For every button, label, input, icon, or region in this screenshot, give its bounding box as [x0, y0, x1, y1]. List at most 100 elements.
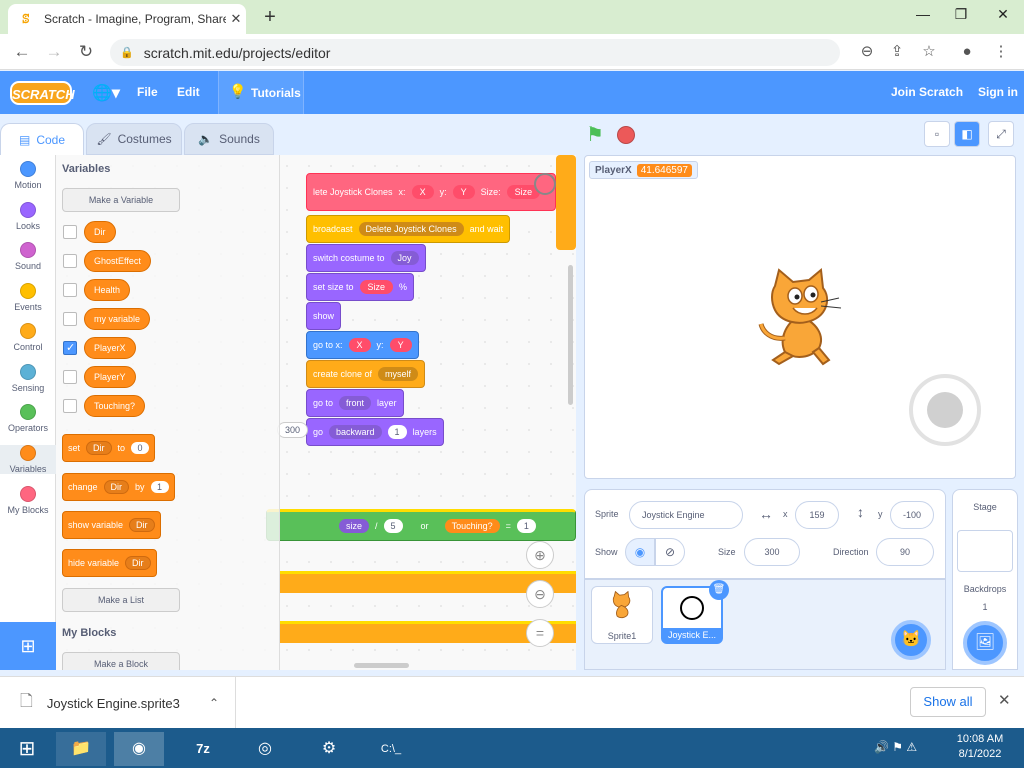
stop-icon[interactable]: [617, 126, 635, 144]
sprite-tile[interactable]: Sprite1: [591, 586, 653, 644]
category-sound[interactable]: Sound: [0, 242, 56, 271]
show-all-button[interactable]: Show all: [910, 687, 986, 717]
stage[interactable]: PlayerX 41.646597: [584, 155, 1016, 479]
clone-dropdown[interactable]: myself: [378, 367, 419, 381]
number-input[interactable]: 1: [516, 519, 536, 533]
layers-input[interactable]: 1: [387, 425, 407, 439]
make-variable-button[interactable]: Make a Variable: [62, 188, 180, 212]
joystick-sprite[interactable]: [909, 374, 981, 446]
switch-costume-block[interactable]: switch costume to Joy: [306, 244, 426, 272]
variable-checkbox[interactable]: [63, 254, 77, 268]
file-explorer-icon[interactable]: 📁: [56, 732, 106, 766]
menu-kebab-icon[interactable]: ⋮: [990, 42, 1012, 62]
close-download-bar-icon[interactable]: ✕: [998, 691, 1011, 709]
size-reporter[interactable]: size: [339, 519, 370, 533]
category-looks[interactable]: Looks: [0, 202, 56, 231]
bookmark-star-icon[interactable]: ☆: [918, 42, 940, 62]
system-tray-icons[interactable]: 🔊 ⚑ ⚠: [874, 740, 917, 754]
normal-stage-icon[interactable]: ◧: [954, 121, 980, 147]
broadcast-block[interactable]: broadcast Delete Joystick Clones and wai…: [306, 215, 511, 243]
variable-dropdown[interactable]: Dir: [86, 441, 112, 455]
zoom-in-icon[interactable]: ⊕: [526, 541, 554, 569]
variable-checkbox[interactable]: [63, 399, 77, 413]
add-backdrop-button[interactable]: 🖼: [963, 621, 1007, 665]
y-input[interactable]: -100: [890, 501, 934, 529]
set-variable-block[interactable]: set Dir to 0: [62, 434, 156, 462]
x-reporter[interactable]: X: [348, 338, 371, 352]
x-input[interactable]: 159: [795, 501, 839, 529]
category-events[interactable]: Events: [0, 283, 56, 312]
variable-reporter[interactable]: Dir: [84, 221, 116, 243]
add-sprite-button[interactable]: 🐱: [891, 620, 931, 660]
browser-tab[interactable]: ꕷ Scratch - Imagine, Program, Share ✕: [8, 4, 246, 34]
make-list-button[interactable]: Make a List: [62, 588, 180, 612]
direction-dropdown[interactable]: backward: [329, 425, 382, 439]
address-bar[interactable]: 🔒 scratch.mit.edu/projects/editor: [110, 39, 840, 66]
new-tab-icon[interactable]: +: [258, 6, 282, 28]
variable-reporter[interactable]: GhostEffect: [84, 250, 151, 272]
vertical-scrollbar[interactable]: [568, 265, 573, 405]
delete-sprite-icon[interactable]: 🗑: [709, 580, 729, 600]
scratch-cat-sprite[interactable]: [755, 268, 847, 368]
restore-window-icon[interactable]: ❐: [946, 2, 976, 26]
variable-reporter[interactable]: my variable: [84, 308, 151, 330]
category-variables[interactable]: Variables: [0, 445, 56, 474]
direction-input[interactable]: 90: [876, 538, 934, 566]
7zip-icon[interactable]: 7z: [178, 732, 228, 766]
share-icon[interactable]: ⇪: [886, 42, 908, 62]
variable-checkbox[interactable]: [63, 283, 77, 297]
minimize-window-icon[interactable]: —: [908, 2, 938, 26]
windows-start-icon[interactable]: ⊞: [2, 732, 52, 766]
chrome-icon[interactable]: ◉: [114, 732, 164, 766]
horizontal-scrollbar[interactable]: [354, 663, 409, 668]
tab-costumes[interactable]: 🖌 Costumes: [86, 123, 182, 155]
go-backward-layers-block[interactable]: go backward 1 layers: [306, 418, 444, 446]
make-block-button[interactable]: Make a Block: [62, 652, 180, 670]
sprite-name-input[interactable]: Joystick Engine: [629, 501, 743, 529]
language-globe-icon[interactable]: 🌐▾: [92, 83, 120, 103]
value-input[interactable]: 0: [131, 442, 150, 454]
variable-dropdown[interactable]: Dir: [129, 518, 155, 532]
back-icon[interactable]: ←: [10, 41, 34, 63]
show-visible-icon[interactable]: ◉: [625, 538, 655, 566]
broadcast-dropdown[interactable]: Delete Joystick Clones: [358, 222, 464, 236]
y-reporter[interactable]: Y: [389, 338, 412, 352]
taskbar-clock[interactable]: 10:08 AM 8/1/2022: [940, 732, 1020, 762]
change-variable-block[interactable]: change Dir by 1: [62, 473, 175, 501]
variable-dropdown[interactable]: Dir: [125, 556, 151, 570]
value-input[interactable]: 1: [150, 481, 169, 493]
category-motion[interactable]: Motion: [0, 161, 56, 190]
reload-icon[interactable]: ↻: [74, 41, 98, 63]
forward-icon[interactable]: →: [42, 41, 66, 63]
size-input[interactable]: 300: [744, 538, 800, 566]
media-player-icon[interactable]: ◎: [240, 732, 290, 766]
join-scratch-link[interactable]: Join Scratch: [891, 85, 963, 99]
variable-checkbox-checked[interactable]: [63, 341, 77, 355]
zoom-icon[interactable]: ⊖: [856, 42, 878, 62]
settings-gear-icon[interactable]: ⚙: [304, 732, 354, 766]
show-variable-block[interactable]: show variable Dir: [62, 511, 161, 539]
zoom-reset-icon[interactable]: =: [526, 619, 554, 647]
costume-dropdown[interactable]: Joy: [390, 251, 419, 265]
add-extension-button[interactable]: ⊞: [0, 622, 56, 670]
category-sensing[interactable]: Sensing: [0, 364, 56, 393]
profile-icon[interactable]: ●: [956, 42, 978, 62]
download-item[interactable]: 🗋 Joystick Engine.sprite3 ⌃: [0, 677, 236, 729]
tab-sounds[interactable]: 🔈 Sounds: [184, 123, 274, 155]
chevron-up-icon[interactable]: ⌃: [209, 696, 219, 710]
stage-selector[interactable]: Stage Backdrops 1 🖼: [952, 489, 1018, 670]
variable-dropdown[interactable]: Dir: [103, 480, 130, 494]
zoom-out-icon[interactable]: ⊖: [526, 580, 554, 608]
variable-reporter[interactable]: Touching?: [84, 395, 146, 417]
close-window-icon[interactable]: ✕: [988, 2, 1018, 26]
pen-block-top[interactable]: lete Joystick Clones x: X y: Y Size: Size: [306, 173, 556, 211]
stage-thumbnail[interactable]: [957, 530, 1013, 572]
command-prompt-icon[interactable]: C:\_: [366, 732, 416, 766]
sign-in-link[interactable]: Sign in: [978, 85, 1018, 99]
touching-reporter[interactable]: Touching?: [444, 519, 500, 533]
condition-block[interactable]: size / 5 or Touching? = 1: [266, 509, 576, 541]
category-myblocks[interactable]: My Blocks: [0, 486, 56, 515]
green-flag-icon[interactable]: ⚑: [586, 124, 610, 146]
category-control[interactable]: Control: [0, 323, 56, 352]
small-stage-icon[interactable]: ▫: [924, 121, 950, 147]
